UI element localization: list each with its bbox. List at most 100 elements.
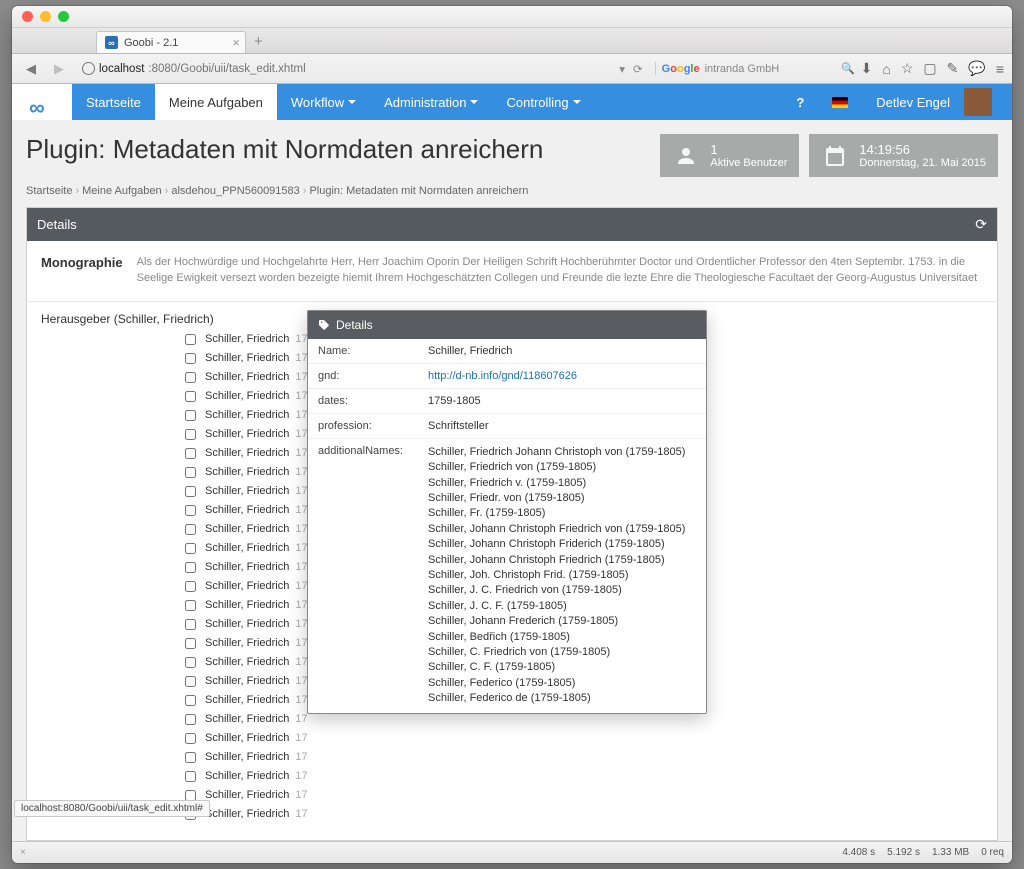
nav-item-label: Meine Aufgaben <box>169 95 263 110</box>
result-meta: 17 <box>295 542 307 554</box>
new-tab-button[interactable]: + <box>246 30 271 53</box>
result-checkbox[interactable] <box>185 524 196 535</box>
nav-item-startseite[interactable]: Startseite <box>72 84 155 120</box>
result-meta: 17 <box>295 485 307 497</box>
browser-tab[interactable]: ∞ Goobi - 2.1 × <box>96 31 246 53</box>
nav-back-button[interactable]: ◀ <box>20 59 42 79</box>
close-window-icon[interactable] <box>22 11 33 22</box>
result-meta: 17 <box>295 352 307 364</box>
refresh-icon[interactable]: ⟳ <box>975 216 987 233</box>
result-checkbox[interactable] <box>185 334 196 345</box>
browser-window: ∞ Goobi - 2.1 × + ◀ ▶ localhost :8080/Go… <box>12 6 1012 863</box>
result-checkbox[interactable] <box>185 486 196 497</box>
tab-close-icon[interactable]: × <box>232 35 240 50</box>
home-icon[interactable]: ⌂ <box>882 61 890 77</box>
result-checkbox[interactable] <box>185 467 196 478</box>
nav-forward-button[interactable]: ▶ <box>48 59 70 79</box>
result-meta: 17 <box>295 808 307 820</box>
additional-name: Schiller, J. C. Friedrich von (1759-1805… <box>428 583 696 598</box>
result-checkbox[interactable] <box>185 562 196 573</box>
address-bar: ◀ ▶ localhost :8080/Goobi/uii/task_edit.… <box>12 54 1012 84</box>
kv-key: Name: <box>308 339 418 363</box>
result-checkbox[interactable] <box>185 752 196 763</box>
result-checkbox[interactable] <box>185 771 196 782</box>
breadcrumb-item: Plugin: Metadaten mit Normdaten anreiche… <box>309 185 528 197</box>
result-meta: 17 <box>295 675 307 687</box>
result-checkbox[interactable] <box>185 619 196 630</box>
language-flag-icon[interactable] <box>818 84 862 120</box>
nav-item-workflow[interactable]: Workflow <box>277 84 370 120</box>
share-icon[interactable]: ✎ <box>947 60 959 77</box>
result-name: Schiller, Friedrich <box>205 637 289 649</box>
additional-name: Schiller, Johann Christoph Friderich (17… <box>428 537 696 552</box>
chevron-down-icon <box>470 100 478 104</box>
kv-gnd: gnd: http://d-nb.info/gnd/118607626 <box>308 364 706 389</box>
result-checkbox[interactable] <box>185 657 196 668</box>
result-row[interactable]: Schiller, Friedrich 17 <box>41 767 983 786</box>
status-hover-url: localhost:8080/Goobi/uii/task_edit.xhtml… <box>14 800 210 817</box>
active-users-widget[interactable]: 1 Aktive Benutzer <box>660 134 799 177</box>
result-checkbox[interactable] <box>185 581 196 592</box>
result-meta: 17 <box>295 694 307 706</box>
menu-icon[interactable]: ≡ <box>996 61 1004 77</box>
additional-name: Schiller, Friedr. von (1759-1805) <box>428 491 696 506</box>
result-checkbox[interactable] <box>185 372 196 383</box>
result-checkbox[interactable] <box>185 733 196 744</box>
nav-item-controlling[interactable]: Controlling <box>492 84 594 120</box>
result-checkbox[interactable] <box>185 410 196 421</box>
user-menu[interactable]: Detlev Engel <box>862 84 1012 120</box>
kv-profession: profession: Schriftsteller <box>308 414 706 439</box>
result-checkbox[interactable] <box>185 448 196 459</box>
result-name: Schiller, Friedrich <box>205 542 289 554</box>
nav-item-meine-aufgaben[interactable]: Meine Aufgaben <box>155 84 277 120</box>
result-meta: 17 <box>295 751 307 763</box>
minimize-window-icon[interactable] <box>40 11 51 22</box>
kv-value: Schriftsteller <box>418 414 706 438</box>
breadcrumb-item[interactable]: Startseite <box>26 185 72 197</box>
breadcrumb-item[interactable]: alsdehou_PPN560091583 <box>171 185 299 197</box>
result-checkbox[interactable] <box>185 695 196 706</box>
monograph-label: Monographie <box>27 241 137 301</box>
status-close-icon[interactable]: × <box>20 847 26 858</box>
result-checkbox[interactable] <box>185 429 196 440</box>
popover-header: Details <box>308 311 706 339</box>
details-panel-header: Details ⟳ <box>27 208 997 241</box>
app-logo[interactable]: ∞ <box>12 84 72 120</box>
result-row[interactable]: Schiller, Friedrich 17 <box>41 729 983 748</box>
download-icon[interactable]: ⬇ <box>861 60 873 77</box>
popover-body: Name: Schiller, Friedrich gnd: http://d-… <box>308 339 706 713</box>
result-checkbox[interactable] <box>185 600 196 611</box>
search-go-icon[interactable]: 🔍 <box>841 62 855 75</box>
result-checkbox[interactable] <box>185 543 196 554</box>
nav-item-administration[interactable]: Administration <box>370 84 492 120</box>
browser-search-field[interactable]: Google intranda GmbH 🔍 <box>655 62 855 75</box>
result-checkbox[interactable] <box>185 676 196 687</box>
url-field[interactable]: localhost :8080/Goobi/uii/task_edit.xhtm… <box>76 58 649 80</box>
pocket-icon[interactable]: ▢ <box>923 60 936 77</box>
chat-icon[interactable]: 💬 <box>968 60 985 77</box>
bookmark-icon[interactable]: ☆ <box>901 60 914 77</box>
status-stat: 0 req <box>981 847 1004 858</box>
dropdown-icon[interactable]: ▾ <box>619 62 625 76</box>
kv-value: Schiller, Friedrich <box>418 339 706 363</box>
gnd-link[interactable]: http://d-nb.info/gnd/118607626 <box>428 370 577 382</box>
status-stat: 4.408 s <box>842 847 875 858</box>
result-checkbox[interactable] <box>185 353 196 364</box>
breadcrumb-item[interactable]: Meine Aufgaben <box>82 185 162 197</box>
maximize-window-icon[interactable] <box>58 11 69 22</box>
result-checkbox[interactable] <box>185 714 196 725</box>
nav-item-label: Administration <box>384 95 466 110</box>
username-label: Detlev Engel <box>876 95 950 110</box>
result-meta: 17 <box>295 618 307 630</box>
result-checkbox[interactable] <box>185 391 196 402</box>
active-users-count: 1 <box>710 142 787 157</box>
result-checkbox[interactable] <box>185 638 196 649</box>
result-checkbox[interactable] <box>185 505 196 516</box>
result-meta: 17 <box>295 561 307 573</box>
help-icon[interactable]: ? <box>782 84 818 120</box>
reload-icon[interactable]: ⟳ <box>633 62 643 76</box>
result-row[interactable]: Schiller, Friedrich 17 <box>41 748 983 767</box>
result-name: Schiller, Friedrich <box>205 618 289 630</box>
result-name: Schiller, Friedrich <box>205 789 289 801</box>
details-panel: Details ⟳ Monographie Als der Hochwürdig… <box>26 207 998 841</box>
